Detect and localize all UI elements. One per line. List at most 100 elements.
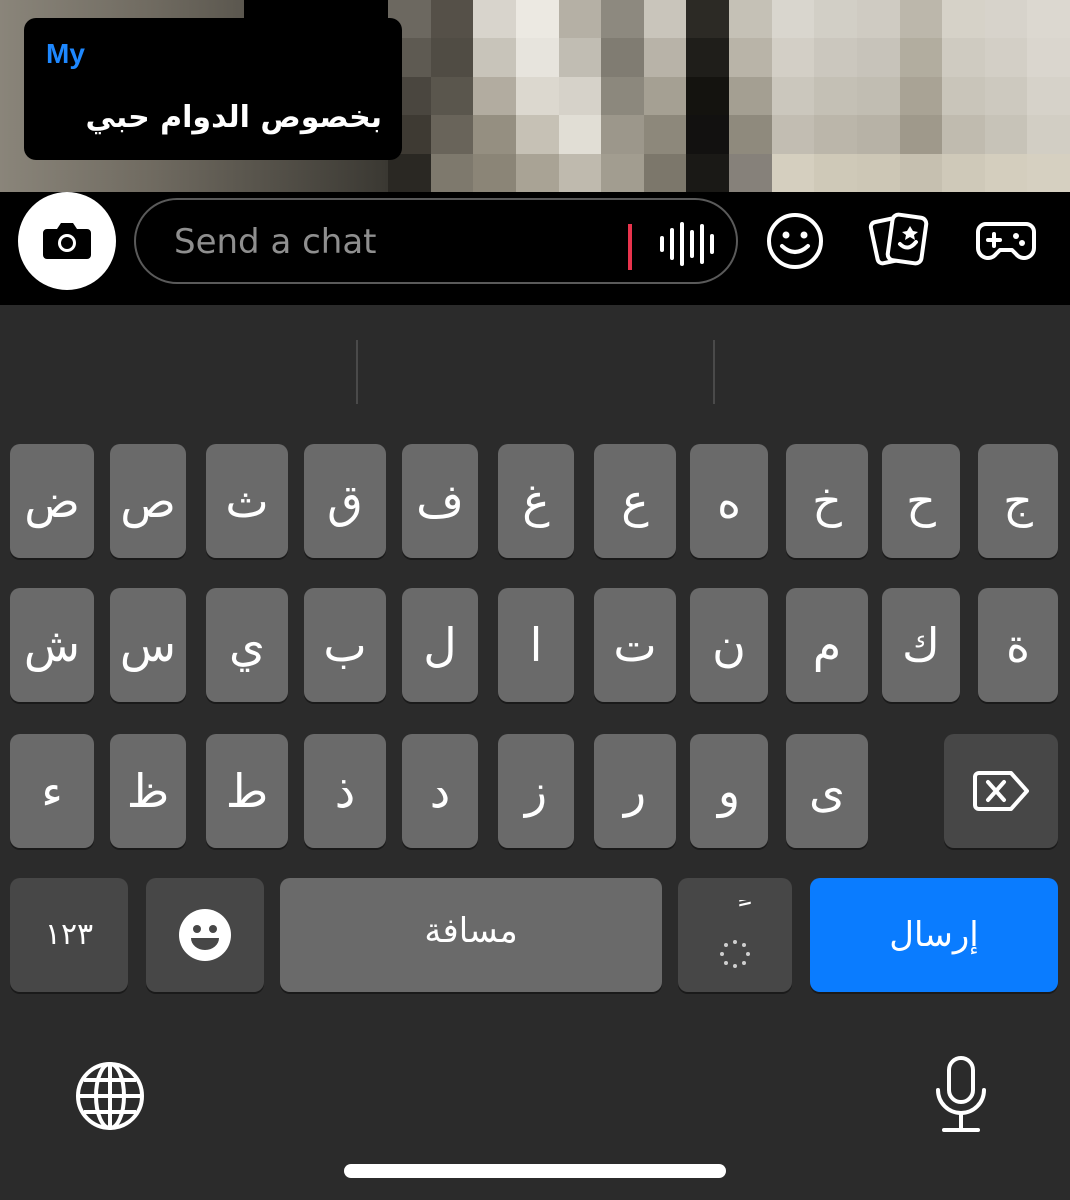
video-pixel [771, 0, 815, 39]
numbers-key[interactable]: ١٢٣ [10, 878, 128, 992]
video-pixel [686, 153, 729, 192]
key-label: ت [613, 618, 657, 672]
video-pixel [643, 115, 687, 154]
key-row3-6[interactable]: ر [594, 734, 676, 848]
key-label: ب [323, 618, 367, 672]
key-row1-8[interactable]: خ [786, 444, 868, 558]
key-row1-10[interactable]: ج [978, 444, 1058, 558]
video-pixel [899, 153, 943, 192]
key-row3-3[interactable]: ذ [304, 734, 386, 848]
key-row1-3[interactable]: ق [304, 444, 386, 558]
microphone-icon[interactable] [930, 1054, 992, 1134]
key-row2-10[interactable]: ة [978, 588, 1058, 702]
video-pixel [729, 0, 772, 39]
video-pixel [942, 115, 985, 154]
video-pixel [515, 0, 559, 39]
key-row1-2[interactable]: ث [206, 444, 288, 558]
video-pixel [601, 115, 644, 154]
key-row3-7[interactable]: و [690, 734, 768, 848]
voice-icon[interactable] [656, 220, 720, 268]
key-row3-4[interactable]: د [402, 734, 478, 848]
video-pixel [814, 153, 857, 192]
key-label: ط [225, 764, 269, 818]
video-pixel [558, 38, 602, 77]
key-row3-8[interactable]: ى [786, 734, 868, 848]
video-pixel [643, 38, 687, 77]
chat-placeholder: Send a chat [174, 222, 377, 262]
suggestion-divider [713, 340, 715, 404]
backspace-key[interactable] [944, 734, 1058, 848]
video-pixel [643, 76, 687, 116]
chat-input[interactable]: Send a chat [134, 198, 738, 284]
caption-text: بخصوص الدوام حبي [85, 100, 382, 135]
video-pixel [984, 76, 1028, 116]
video-pixel [729, 38, 772, 77]
key-row3-0[interactable]: ء [10, 734, 94, 848]
key-row1-0[interactable]: ض [10, 444, 94, 558]
key-label: ي [229, 618, 266, 672]
video-pixel [388, 153, 431, 192]
key-row1-4[interactable]: ف [402, 444, 478, 558]
tanween-key-label: ً [739, 900, 751, 907]
key-row3-5[interactable]: ز [498, 734, 574, 848]
video-pixel [643, 0, 687, 39]
key-row3-1[interactable]: ظ [110, 734, 186, 848]
key-row2-6[interactable]: ت [594, 588, 676, 702]
key-label: ص [120, 474, 176, 528]
key-row1-7[interactable]: ه [690, 444, 768, 558]
key-label: خ [812, 474, 842, 528]
key-label: ء [41, 764, 63, 818]
space-key-label: مسافة [424, 911, 518, 951]
video-pixel [601, 0, 644, 39]
globe-icon[interactable] [74, 1060, 146, 1132]
space-key[interactable]: مسافة [280, 878, 662, 992]
video-pixel [1027, 38, 1070, 77]
games-icon[interactable] [974, 210, 1038, 272]
chat-bar: Send a chat [0, 192, 1070, 305]
key-row2-9[interactable]: ك [882, 588, 960, 702]
key-row2-2[interactable]: ي [206, 588, 288, 702]
video-pixel [814, 0, 857, 39]
key-row1-5[interactable]: غ [498, 444, 574, 558]
video-pixel [558, 76, 602, 116]
video-pixel [899, 0, 943, 39]
video-pixel [430, 38, 474, 77]
key-row2-8[interactable]: م [786, 588, 868, 702]
stickers-icon[interactable] [868, 210, 932, 272]
emoji-key[interactable] [146, 878, 264, 992]
key-label: ث [225, 474, 269, 528]
key-row2-3[interactable]: ب [304, 588, 386, 702]
key-row2-4[interactable]: ل [402, 588, 478, 702]
key-row2-0[interactable]: ش [10, 588, 94, 702]
send-key[interactable]: إرسال [810, 878, 1058, 992]
text-caret [628, 224, 632, 270]
key-row2-1[interactable]: س [110, 588, 186, 702]
key-label: ش [23, 618, 81, 672]
video-pixel [856, 153, 900, 192]
video-pixel [1027, 76, 1070, 116]
suggestion-divider [356, 340, 358, 404]
key-row2-7[interactable]: ن [690, 588, 768, 702]
key-row3-2[interactable]: ط [206, 734, 288, 848]
key-row2-5[interactable]: ا [498, 588, 574, 702]
key-label: ل [423, 618, 457, 672]
key-label: ج [1003, 474, 1033, 528]
video-pixel [899, 76, 943, 116]
video-pixel [601, 38, 644, 77]
video-pixel [729, 76, 772, 116]
key-row1-9[interactable]: ح [882, 444, 960, 558]
key-label: ض [24, 474, 80, 528]
video-pixel [729, 115, 772, 154]
tanween-key[interactable]: ً [678, 878, 792, 992]
video-pixel [515, 153, 559, 192]
key-row1-6[interactable]: ع [594, 444, 676, 558]
key-row1-1[interactable]: ص [110, 444, 186, 558]
key-label: ق [327, 474, 363, 528]
key-label: ة [1005, 618, 1031, 672]
camera-button[interactable] [18, 192, 116, 290]
video-pixel [558, 0, 602, 39]
key-label: ا [529, 618, 543, 672]
video-pixel [984, 38, 1028, 77]
key-label: ك [902, 618, 940, 672]
smiley-icon[interactable] [764, 210, 826, 272]
